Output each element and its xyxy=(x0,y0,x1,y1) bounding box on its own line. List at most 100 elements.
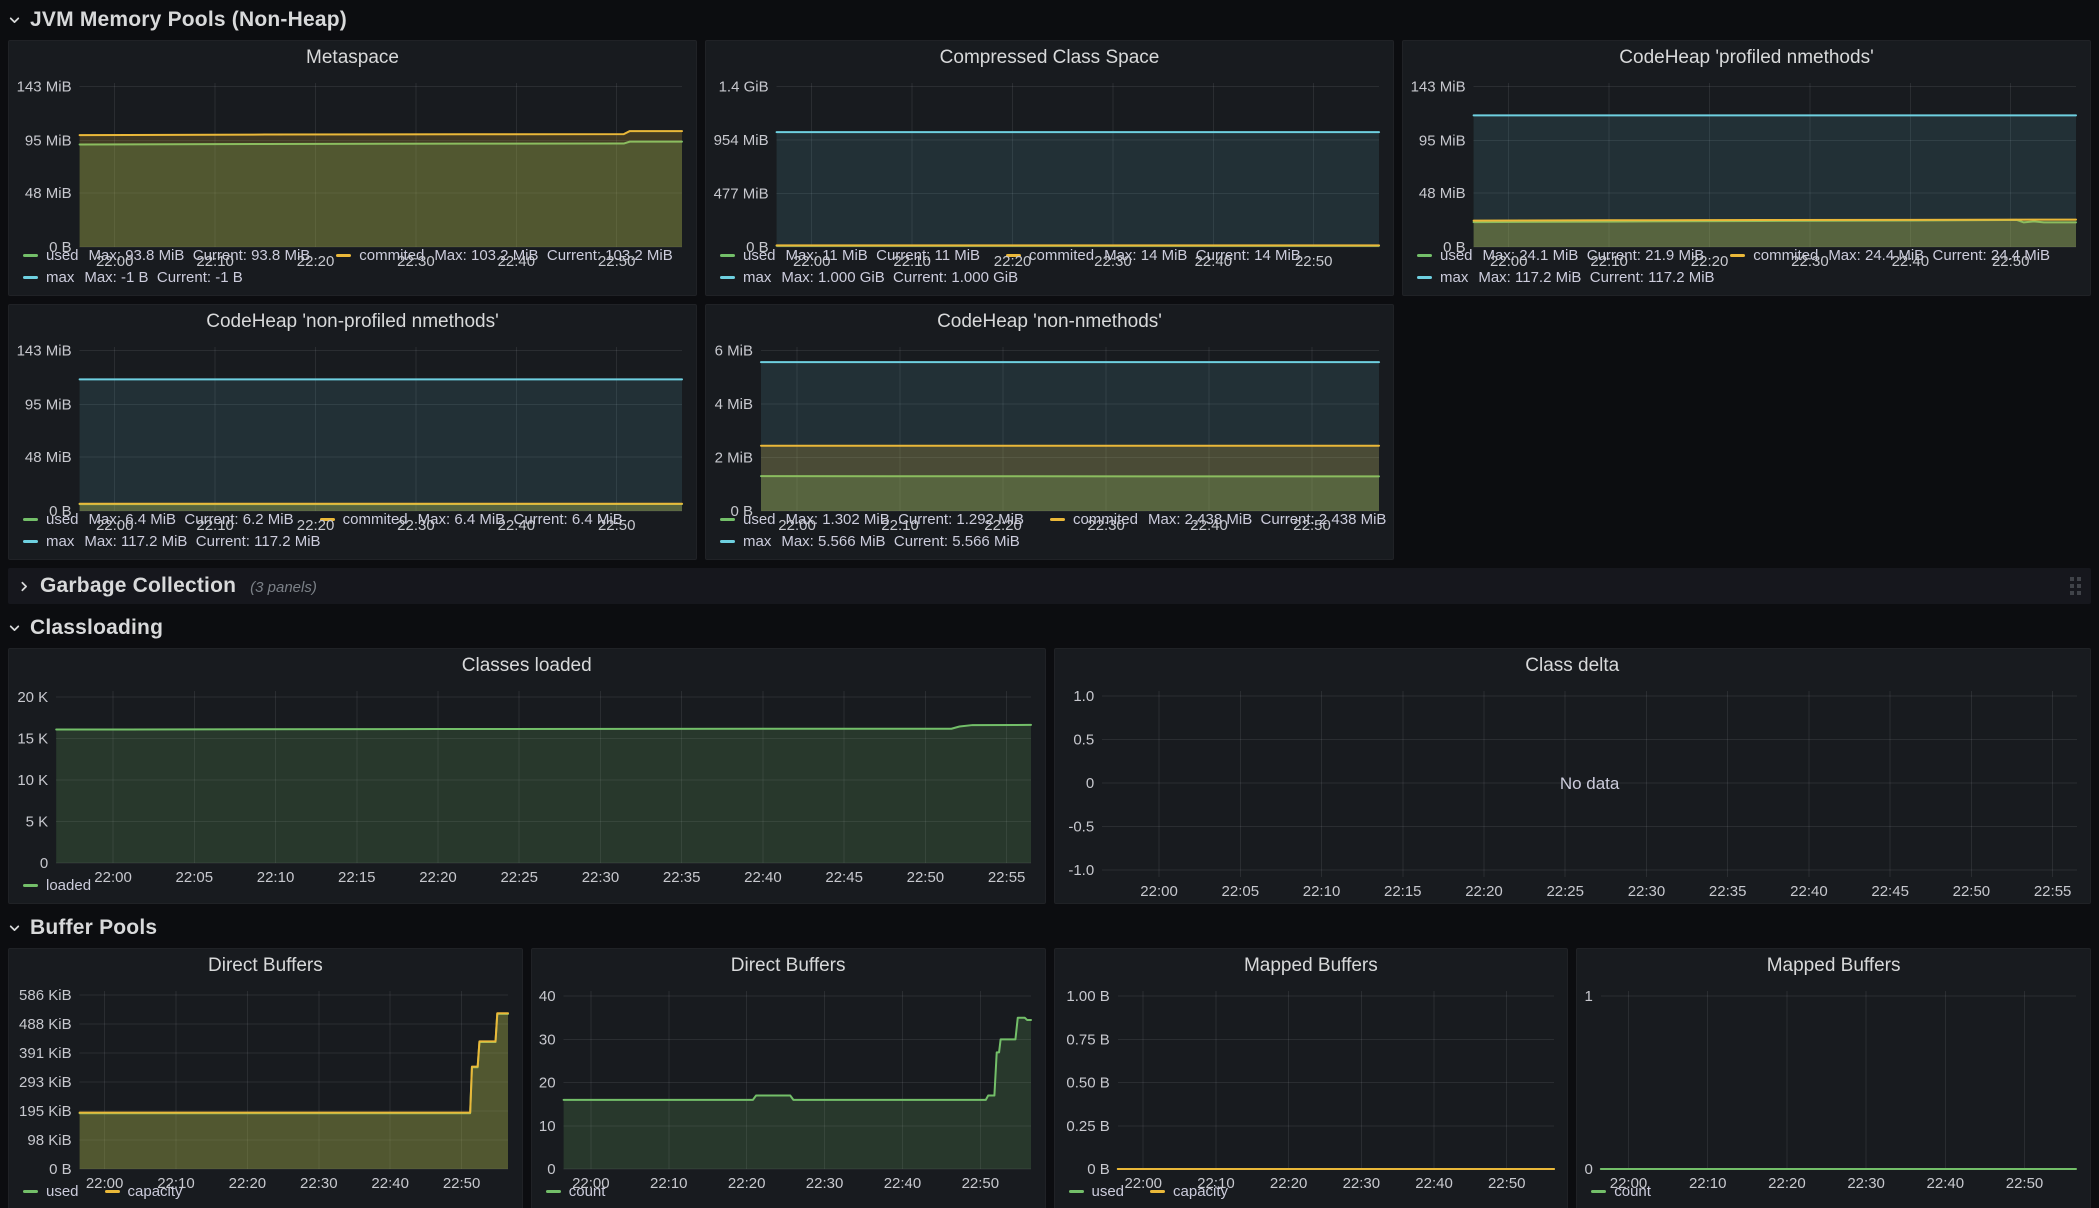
panel-title: CodeHeap 'non-nmethods' xyxy=(937,311,1162,333)
chart-mapped-buffers-10[interactable]: 0122:0022:1022:2022:3022:4022:50 xyxy=(1577,983,2090,1181)
svg-text:22:05: 22:05 xyxy=(176,869,214,886)
section-title: Garbage Collection xyxy=(40,574,236,598)
svg-text:10 K: 10 K xyxy=(17,772,48,789)
svg-text:22:00: 22:00 xyxy=(793,253,831,270)
panel-title: Metaspace xyxy=(306,47,399,69)
svg-text:22:40: 22:40 xyxy=(1927,1175,1965,1192)
chart-direct-buffers-8[interactable]: 01020304022:0022:1022:2022:3022:4022:50 xyxy=(532,983,1045,1181)
svg-text:0 B: 0 B xyxy=(49,503,72,520)
svg-text:22:50: 22:50 xyxy=(598,253,636,270)
chart-codeheap-profiled-nmethods-2[interactable]: 0 B48 MiB95 MiB143 MiB22:0022:1022:2022:… xyxy=(1403,75,2090,245)
svg-text:0.25 B: 0.25 B xyxy=(1066,1118,1109,1135)
svg-text:22:30: 22:30 xyxy=(397,517,435,534)
section-header-classloading[interactable]: Classloading xyxy=(8,612,2091,644)
svg-text:2 MiB: 2 MiB xyxy=(715,449,753,466)
chart-codeheap-non-profiled-nmethods-3[interactable]: 0 B48 MiB95 MiB143 MiB22:0022:1022:2022:… xyxy=(9,339,696,509)
svg-text:22:50: 22:50 xyxy=(443,1175,481,1192)
panel-header[interactable]: Direct Buffers xyxy=(532,949,1045,983)
svg-text:22:10: 22:10 xyxy=(893,253,931,270)
chart-mapped-buffers-9[interactable]: 0 B0.25 B0.50 B0.75 B1.00 B22:0022:1022:… xyxy=(1055,983,1568,1181)
svg-text:22:10: 22:10 xyxy=(881,517,919,534)
drag-handle-icon[interactable] xyxy=(2070,577,2081,595)
svg-text:22:10: 22:10 xyxy=(157,1175,195,1192)
panel-header[interactable]: Classes loaded xyxy=(9,649,1045,683)
panel-header[interactable]: CodeHeap 'non-profiled nmethods' xyxy=(9,305,696,339)
svg-text:22:20: 22:20 xyxy=(984,517,1022,534)
svg-text:4 MiB: 4 MiB xyxy=(715,396,753,413)
svg-text:22:15: 22:15 xyxy=(1383,883,1421,900)
chart-metaspace-0[interactable]: 0 B48 MiB95 MiB143 MiB22:0022:1022:2022:… xyxy=(9,75,696,245)
svg-text:22:00: 22:00 xyxy=(1140,883,1178,900)
svg-text:30: 30 xyxy=(539,1031,556,1048)
chart-class-delta-6[interactable]: -1.0-0.500.51.022:0022:0522:1022:1522:20… xyxy=(1055,683,2091,903)
panel-classes-loaded-5: Classes loaded 05 K10 K15 K20 K22:0022:05… xyxy=(8,648,1046,904)
panel-title: Direct Buffers xyxy=(731,955,846,977)
chevron-down-icon xyxy=(8,922,30,935)
section-header-buffer-pools[interactable]: Buffer Pools xyxy=(8,912,2091,944)
panel-header[interactable]: Mapped Buffers xyxy=(1055,949,1568,983)
svg-text:477 MiB: 477 MiB xyxy=(714,185,769,202)
chart-classes-loaded-5[interactable]: 05 K10 K15 K20 K22:0022:0522:1022:1522:2… xyxy=(9,683,1045,875)
svg-text:22:50: 22:50 xyxy=(1952,883,1990,900)
svg-text:22:10: 22:10 xyxy=(1197,1175,1235,1192)
svg-text:0 B: 0 B xyxy=(1087,1161,1110,1178)
svg-text:22:10: 22:10 xyxy=(1302,883,1340,900)
panel-mapped-buffers-9: Mapped Buffers0 B0.25 B0.50 B0.75 B1.00 … xyxy=(1054,948,1569,1208)
svg-text:22:00: 22:00 xyxy=(96,253,134,270)
svg-text:22:45: 22:45 xyxy=(1871,883,1909,900)
svg-text:22:50: 22:50 xyxy=(907,869,945,886)
svg-text:20 K: 20 K xyxy=(17,689,48,706)
svg-text:143 MiB: 143 MiB xyxy=(17,342,72,359)
svg-text:22:20: 22:20 xyxy=(728,1175,766,1192)
panel-class-delta-6: Class delta-1.0-0.500.51.022:0022:0522:1… xyxy=(1054,648,2092,904)
svg-text:0: 0 xyxy=(547,1161,555,1178)
panel-header[interactable]: Metaspace xyxy=(9,41,696,75)
panel-header[interactable]: Mapped Buffers xyxy=(1577,949,2090,983)
section-header-jvm-memory-pools-non-heap[interactable]: JVM Memory Pools (Non-Heap) xyxy=(8,4,2091,36)
svg-text:22:40: 22:40 xyxy=(1190,517,1228,534)
svg-text:143 MiB: 143 MiB xyxy=(17,78,72,95)
chart-codeheap-non-nmethods-4[interactable]: 0 B2 MiB4 MiB6 MiB22:0022:1022:2022:3022… xyxy=(706,339,1393,509)
panel-header[interactable]: Class delta xyxy=(1055,649,2091,683)
svg-text:22:30: 22:30 xyxy=(582,869,620,886)
svg-text:22:50: 22:50 xyxy=(961,1175,999,1192)
svg-text:1.00 B: 1.00 B xyxy=(1066,988,1109,1005)
chart-canvas: 0 B0.25 B0.50 B0.75 B1.00 B22:0022:1022:… xyxy=(1055,983,1568,1195)
panel-header[interactable]: Compressed Class Space xyxy=(706,41,1393,75)
svg-text:0 B: 0 B xyxy=(746,239,769,256)
panel-title: Class delta xyxy=(1525,655,1619,677)
svg-text:22:30: 22:30 xyxy=(806,1175,844,1192)
chart-compressed-class-space-1[interactable]: 0 B477 MiB954 MiB1.4 GiB22:0022:1022:202… xyxy=(706,75,1393,245)
svg-text:-1.0: -1.0 xyxy=(1068,862,1094,879)
panel-compressed-class-space-1: Compressed Class Space 0 B477 MiB954 MiB1… xyxy=(705,40,1394,296)
chart-canvas: 01020304022:0022:1022:2022:3022:4022:50 xyxy=(532,983,1045,1195)
svg-text:22:00: 22:00 xyxy=(1490,253,1528,270)
svg-text:22:15: 22:15 xyxy=(338,869,376,886)
panel-row: Direct Buffers0 B98 KiB195 KiB293 KiB391… xyxy=(8,948,2091,1208)
svg-text:22:10: 22:10 xyxy=(257,869,295,886)
svg-text:22:20: 22:20 xyxy=(994,253,1032,270)
svg-text:586 KiB: 586 KiB xyxy=(19,987,72,1004)
chart-canvas: 0 B48 MiB95 MiB143 MiB22:0022:1022:2022:… xyxy=(1403,75,2090,273)
section-header-garbage-collection[interactable]: Garbage Collection(3 panels) xyxy=(8,568,2091,604)
svg-text:22:30: 22:30 xyxy=(397,253,435,270)
svg-text:22:35: 22:35 xyxy=(663,869,701,886)
svg-text:22:50: 22:50 xyxy=(598,517,636,534)
svg-text:22:30: 22:30 xyxy=(1848,1175,1886,1192)
panel-title: Compressed Class Space xyxy=(940,47,1160,69)
series-color-marker xyxy=(720,540,735,543)
panel-title: Classes loaded xyxy=(462,655,592,677)
svg-text:22:40: 22:40 xyxy=(371,1175,409,1192)
svg-text:22:55: 22:55 xyxy=(988,869,1026,886)
chart-direct-buffers-7[interactable]: 0 B98 KiB195 KiB293 KiB391 KiB488 KiB586… xyxy=(9,983,522,1181)
svg-text:22:00: 22:00 xyxy=(94,869,132,886)
svg-text:195 KiB: 195 KiB xyxy=(19,1103,72,1120)
chart-canvas: 0 B48 MiB95 MiB143 MiB22:0022:1022:2022:… xyxy=(9,339,696,537)
svg-text:10: 10 xyxy=(539,1118,556,1135)
svg-text:48 MiB: 48 MiB xyxy=(1419,185,1466,202)
chart-canvas: 0122:0022:1022:2022:3022:4022:50 xyxy=(1577,983,2090,1195)
panel-header[interactable]: CodeHeap 'profiled nmethods' xyxy=(1403,41,2090,75)
panel-header[interactable]: Direct Buffers xyxy=(9,949,522,983)
section-title: JVM Memory Pools (Non-Heap) xyxy=(30,8,347,32)
panel-header[interactable]: CodeHeap 'non-nmethods' xyxy=(706,305,1393,339)
